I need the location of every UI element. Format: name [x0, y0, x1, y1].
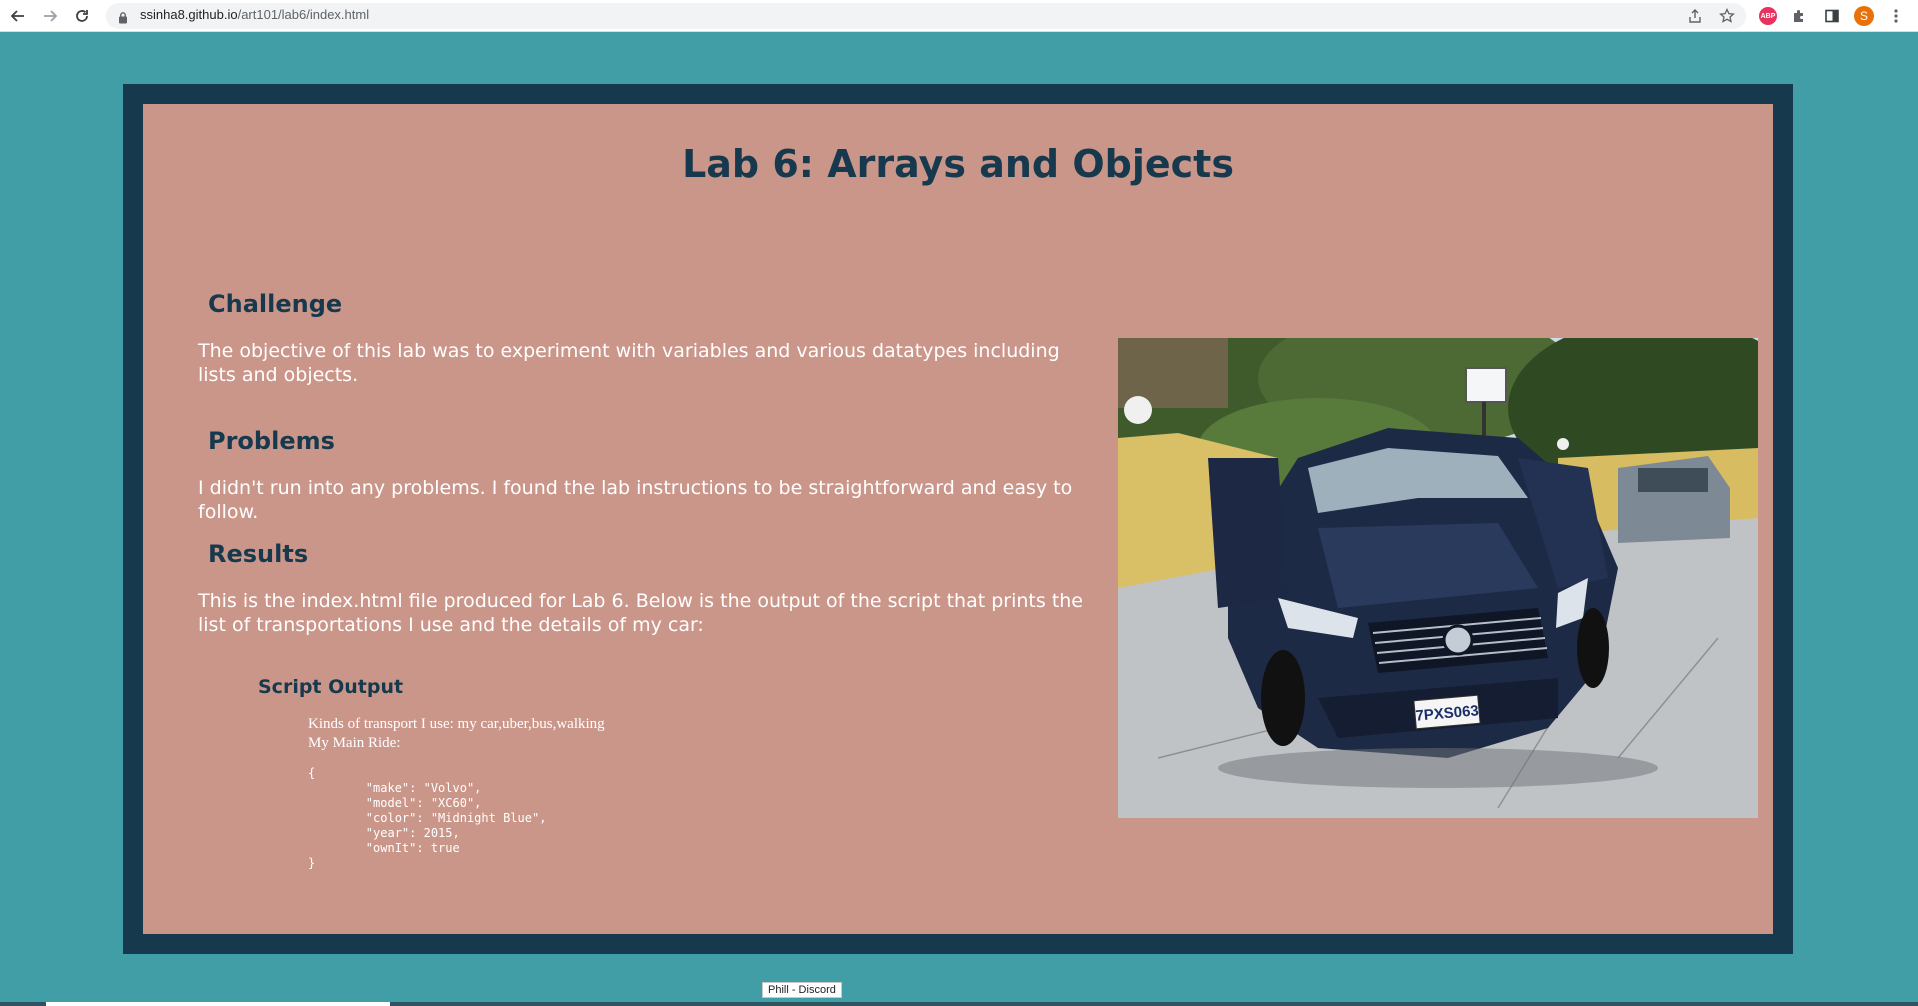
- results-heading: Results: [208, 540, 309, 568]
- lock-icon: [118, 9, 128, 28]
- page-title: Lab 6: Arrays and Objects: [682, 142, 1234, 186]
- car-json-output: { "make": "Volvo", "model": "XC60", "col…: [308, 766, 547, 870]
- bookmark-star-icon[interactable]: [1716, 5, 1738, 27]
- taskbar-tooltip: Phill - Discord: [762, 982, 842, 998]
- side-panel-icon[interactable]: [1821, 5, 1843, 27]
- transport-list-line: Kinds of transport I use: my car,uber,bu…: [308, 716, 605, 732]
- taskbar-strip: [0, 1002, 1918, 1006]
- adblock-extension-icon[interactable]: ABP: [1757, 5, 1779, 27]
- back-arrow-icon[interactable]: [6, 4, 30, 28]
- main-ride-line: My Main Ride:: [308, 735, 401, 751]
- adblock-badge: ABP: [1759, 7, 1777, 25]
- profile-avatar[interactable]: S: [1853, 5, 1875, 27]
- kebab-menu-icon[interactable]: [1885, 5, 1907, 27]
- script-output-heading: Script Output: [258, 676, 404, 698]
- challenge-text: The objective of this lab was to experim…: [198, 340, 1060, 386]
- reload-icon[interactable]: [70, 4, 94, 28]
- car-photo: 7PXS063: [1118, 338, 1758, 818]
- extensions-puzzle-icon[interactable]: [1788, 5, 1810, 27]
- avatar-letter: S: [1854, 6, 1874, 26]
- browser-toolbar: ssinha8.github.io/art101/lab6/index.html…: [0, 0, 1918, 32]
- results-text: This is the index.html file produced for…: [198, 590, 1083, 636]
- share-icon[interactable]: [1684, 5, 1706, 27]
- address-bar[interactable]: ssinha8.github.io/art101/lab6/index.html: [106, 3, 1746, 29]
- url-text: ssinha8.github.io/art101/lab6/index.html: [140, 7, 370, 22]
- challenge-heading: Challenge: [208, 290, 343, 318]
- taskbar-active-segment[interactable]: [46, 1002, 390, 1006]
- problems-text: I didn't run into any problems. I found …: [198, 477, 1073, 523]
- content-panel: Lab 6: Arrays and Objects Challenge The …: [143, 104, 1773, 934]
- forward-arrow-icon[interactable]: [38, 4, 62, 28]
- problems-heading: Problems: [208, 427, 335, 455]
